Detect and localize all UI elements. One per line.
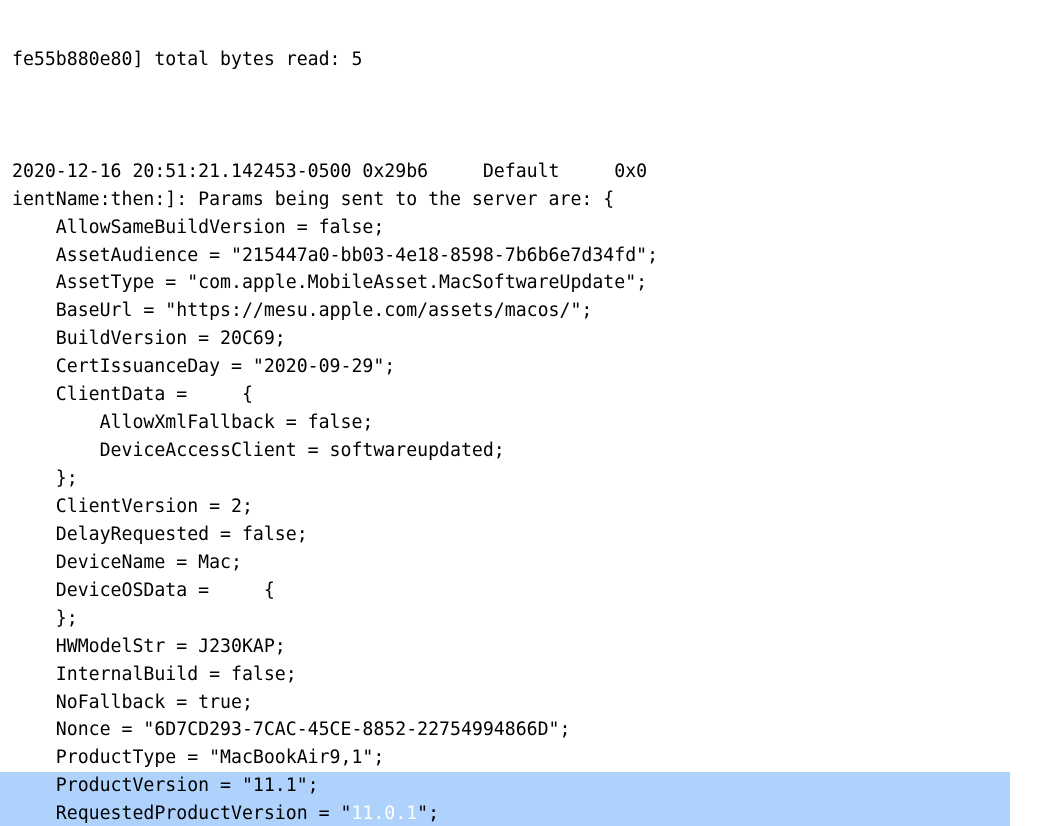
- log-line-clientdata-open[interactable]: ClientData = {: [0, 381, 1050, 409]
- log-line-requestedproductversion-inner-selection: 11.0.1: [351, 803, 418, 825]
- log-line-deviceosdata-open[interactable]: DeviceOSData = {: [0, 577, 1050, 605]
- log-line-timestamp[interactable]: 2020-12-16 20:51:21.142453-0500 0x29b6 D…: [0, 158, 1050, 186]
- log-output-viewport[interactable]: fe55b880e80] total bytes read: 5 2020-12…: [0, 0, 1050, 826]
- log-line-hwmodelstr[interactable]: HWModelStr = J230KAP;: [0, 633, 1050, 661]
- log-line-allowxmlfallback[interactable]: AllowXmlFallback = false;: [0, 409, 1050, 437]
- log-line-producttype[interactable]: ProductType = "MacBookAir9,1";: [0, 744, 1050, 772]
- log-line-certissuanceday[interactable]: CertIssuanceDay = "2020-09-29";: [0, 353, 1050, 381]
- log-line-allowsamebuildversion[interactable]: AllowSameBuildVersion = false;: [0, 214, 1050, 242]
- log-line-nonce[interactable]: Nonce = "6D7CD293-7CAC-45CE-8852-2275499…: [0, 716, 1050, 744]
- log-line-assettype[interactable]: AssetType = "com.apple.MobileAsset.MacSo…: [0, 269, 1050, 297]
- log-line-delayrequested[interactable]: DelayRequested = false;: [0, 521, 1050, 549]
- log-line-clientversion[interactable]: ClientVersion = 2;: [0, 493, 1050, 521]
- log-line-nofallback[interactable]: NoFallback = true;: [0, 689, 1050, 717]
- log-line-baseurl[interactable]: BaseUrl = "https://mesu.apple.com/assets…: [0, 297, 1050, 325]
- log-text-block[interactable]: fe55b880e80] total bytes read: 5 2020-12…: [0, 0, 1050, 826]
- log-line-devicename[interactable]: DeviceName = Mac;: [0, 549, 1050, 577]
- log-line-internalbuild[interactable]: InternalBuild = false;: [0, 661, 1050, 689]
- log-line-deviceaccessclient[interactable]: DeviceAccessClient = softwareupdated;: [0, 437, 1050, 465]
- log-line-requestedproductversion[interactable]: RequestedProductVersion = "11.0.1";: [0, 800, 1010, 826]
- log-line-deviceosdata-close[interactable]: };: [0, 605, 1050, 633]
- log-line-productversion[interactable]: ProductVersion = "11.1";: [0, 772, 1010, 801]
- log-line-message-header[interactable]: ientName:then:]: Params being sent to th…: [0, 186, 1050, 214]
- log-line-requestedproductversion-prefix: RequestedProductVersion = ": [12, 803, 352, 825]
- log-line-clientdata-close[interactable]: };: [0, 465, 1050, 493]
- log-line-buildversion[interactable]: BuildVersion = 20C69;: [0, 325, 1050, 353]
- log-line-requestedproductversion-suffix: ";: [417, 803, 440, 825]
- log-line-assetaudience[interactable]: AssetAudience = "215447a0-bb03-4e18-8598…: [0, 242, 1050, 270]
- log-line-clipped-top: fe55b880e80] total bytes read: 5: [12, 48, 363, 70]
